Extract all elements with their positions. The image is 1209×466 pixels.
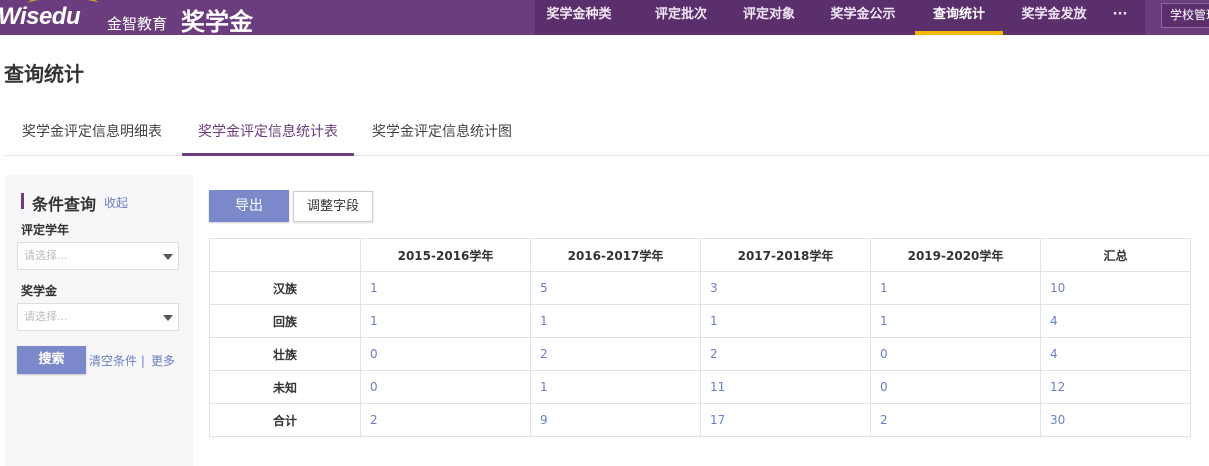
table-cell[interactable]: 17 xyxy=(700,403,871,437)
column-header: 汇总 xyxy=(1040,238,1191,272)
table-cell[interactable]: 1 xyxy=(360,271,531,305)
brand-name: 金智教育 xyxy=(107,15,168,33)
table-cell[interactable]: 0 xyxy=(870,370,1041,404)
nav-item-scholarship-types[interactable]: 奖学金种类 xyxy=(535,0,623,35)
column-header xyxy=(209,238,361,272)
table-cell[interactable]: 2 xyxy=(700,337,871,371)
table-cell[interactable]: 4 xyxy=(1040,304,1191,338)
adjust-fields-button[interactable]: 调整字段 xyxy=(293,191,373,222)
filter-title: 条件查询 xyxy=(32,195,97,214)
row-label: 壮族 xyxy=(209,337,361,371)
more-menu-icon[interactable]: ··· xyxy=(1105,0,1135,35)
filter-panel: 条件查询 收起 评定学年 请选择... 奖学金 请选择... 搜索 清空条件 |… xyxy=(5,175,193,466)
table-cell[interactable]: 0 xyxy=(360,337,531,371)
scholarship-select[interactable]: 请选择... xyxy=(17,303,179,331)
page-title: 查询统计 xyxy=(4,62,84,86)
nav-item-evaluation-targets[interactable]: 评定对象 xyxy=(725,0,813,35)
more-link[interactable]: 更多 xyxy=(151,352,175,369)
table-cell[interactable]: 12 xyxy=(1040,370,1191,404)
nav-item-scholarship-payment[interactable]: 奖学金发放 xyxy=(1008,0,1100,35)
clear-conditions-link[interactable]: 清空条件 | xyxy=(89,352,145,369)
row-label: 未知 xyxy=(209,370,361,404)
table-cell[interactable]: 0 xyxy=(360,370,531,404)
table-cell[interactable]: 11 xyxy=(700,370,871,404)
collapse-link[interactable]: 收起 xyxy=(104,194,128,211)
year-select[interactable]: 请选择... xyxy=(17,242,179,270)
row-label: 汉族 xyxy=(209,271,361,305)
row-label: 合计 xyxy=(209,403,361,437)
column-header: 2016-2017学年 xyxy=(530,238,701,272)
nav-item-evaluation-batches[interactable]: 评定批次 xyxy=(637,0,725,35)
tab-detail-table[interactable]: 奖学金评定信息明细表 xyxy=(5,116,179,156)
search-button[interactable]: 搜索 xyxy=(17,346,86,374)
table-row: 汉族 1 5 3 1 10 xyxy=(209,271,1191,305)
nav-item-query-statistics[interactable]: 查询统计 xyxy=(915,0,1003,35)
table-cell[interactable]: 1 xyxy=(530,304,701,338)
app-title: 奖学金 xyxy=(181,8,253,36)
table-cell[interactable]: 10 xyxy=(1040,271,1191,305)
table-cell[interactable]: 1 xyxy=(700,304,871,338)
table-header-row: 2015-2016学年 2016-2017学年 2017-2018学年 2019… xyxy=(209,238,1191,272)
tab-statistics-table[interactable]: 奖学金评定信息统计表 xyxy=(182,116,354,156)
table-cell[interactable]: 1 xyxy=(530,370,701,404)
year-label: 评定学年 xyxy=(21,223,70,237)
tab-bar: 奖学金评定信息明细表 奖学金评定信息统计表 奖学金评定信息统计图 xyxy=(5,116,1209,156)
statistics-table: 2015-2016学年 2016-2017学年 2017-2018学年 2019… xyxy=(209,238,1191,437)
table-cell[interactable]: 1 xyxy=(870,304,1041,338)
table-cell[interactable]: 0 xyxy=(870,337,1041,371)
school-management-button[interactable]: 学校管理 xyxy=(1161,3,1209,28)
tab-statistics-chart[interactable]: 奖学金评定信息统计图 xyxy=(362,116,522,156)
table-cell[interactable]: 2 xyxy=(530,337,701,371)
scholarship-select-placeholder: 请选择... xyxy=(24,310,68,323)
top-bar: Wisedu 金智教育 奖学金 奖学金种类 评定批次 评定对象 奖学金公示 查询… xyxy=(0,0,1209,36)
table-row: 回族 1 1 1 1 4 xyxy=(209,304,1191,338)
nav-item-scholarship-publicity[interactable]: 奖学金公示 xyxy=(819,0,907,35)
filter-title-marker xyxy=(21,193,24,209)
export-button[interactable]: 导出 xyxy=(209,190,289,222)
table-row-total: 合计 2 9 17 2 30 xyxy=(209,403,1191,437)
table-cell[interactable]: 1 xyxy=(360,304,531,338)
logo[interactable]: Wisedu xyxy=(0,3,81,31)
table-row: 壮族 0 2 2 0 4 xyxy=(209,337,1191,371)
table-cell[interactable]: 2 xyxy=(870,403,1041,437)
row-label: 回族 xyxy=(209,304,361,338)
chevron-down-icon xyxy=(163,254,173,260)
table-row: 未知 0 1 11 0 12 xyxy=(209,370,1191,404)
table-cell[interactable]: 9 xyxy=(530,403,701,437)
table-cell[interactable]: 30 xyxy=(1040,403,1191,437)
nav-active-indicator xyxy=(915,31,1003,35)
scholarship-label: 奖学金 xyxy=(21,284,58,298)
table-cell[interactable]: 5 xyxy=(530,271,701,305)
column-header: 2019-2020学年 xyxy=(870,238,1041,272)
chevron-down-icon xyxy=(163,315,173,321)
table-cell[interactable]: 3 xyxy=(700,271,871,305)
column-header: 2015-2016学年 xyxy=(360,238,531,272)
table-cell[interactable]: 2 xyxy=(360,403,531,437)
year-select-placeholder: 请选择... xyxy=(24,249,68,262)
table-cell[interactable]: 1 xyxy=(870,271,1041,305)
table-cell[interactable]: 4 xyxy=(1040,337,1191,371)
column-header: 2017-2018学年 xyxy=(700,238,871,272)
